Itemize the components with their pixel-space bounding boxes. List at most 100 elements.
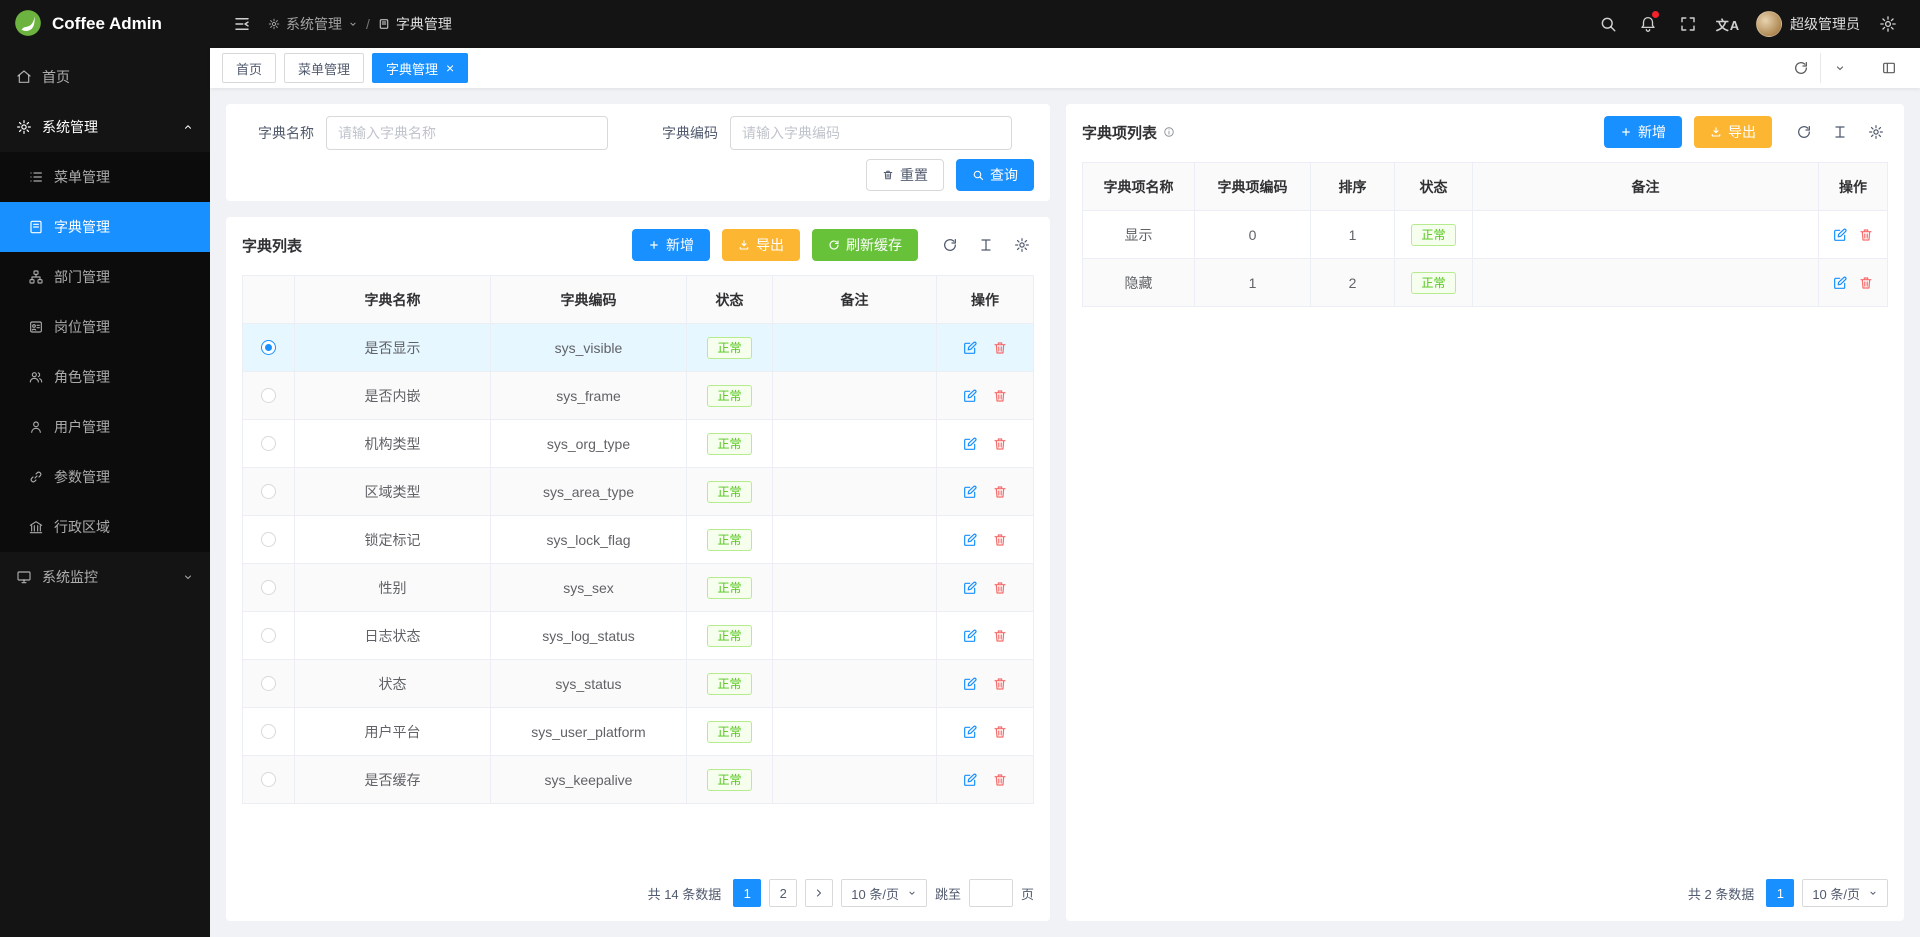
dict-code-input[interactable] [730,116,1012,150]
add-item-button[interactable]: 新增 [1604,116,1682,148]
query-button[interactable]: 查询 [956,159,1034,191]
sidebar-toggle-icon[interactable] [226,8,258,40]
dict-table-row[interactable]: 性别 sys_sex 正常 [243,564,1033,612]
settings-gear-icon[interactable] [1872,8,1904,40]
export-items-button[interactable]: 导出 [1694,116,1772,148]
edit-icon[interactable] [962,484,978,500]
edit-icon[interactable] [962,532,978,548]
density-icon[interactable] [1828,120,1852,144]
info-icon[interactable] [1163,126,1175,138]
edit-icon[interactable] [962,580,978,596]
app-logo-area[interactable]: Coffee Admin [0,0,210,48]
delete-icon[interactable] [992,676,1008,692]
search-panel: 字典名称 字典编码 重置 [226,104,1050,201]
sidebar-item-post-mgmt[interactable]: 岗位管理 [0,302,210,352]
tab-menu-mgmt[interactable]: 菜单管理 [284,53,364,83]
page-button-2[interactable]: 2 [769,879,797,907]
delete-icon[interactable] [992,580,1008,596]
delete-icon[interactable] [1858,227,1874,243]
delete-icon[interactable] [992,532,1008,548]
edit-icon[interactable] [962,388,978,404]
delete-icon[interactable] [992,436,1008,452]
dict-name-input[interactable] [326,116,608,150]
dict-table-row[interactable]: 是否缓存 sys_keepalive 正常 [243,756,1033,804]
dict-table-row[interactable]: 是否显示 sys_visible 正常 [243,324,1033,372]
page-button-1[interactable]: 1 [733,879,761,907]
delete-icon[interactable] [992,484,1008,500]
reset-button[interactable]: 重置 [866,159,944,191]
bell-icon[interactable] [1632,8,1664,40]
item-page-button-1[interactable]: 1 [1766,879,1794,907]
edit-icon[interactable] [1832,227,1848,243]
translate-icon[interactable]: 文A [1712,8,1744,40]
delete-icon[interactable] [992,340,1008,356]
sidebar-item-dict-mgmt[interactable]: 字典管理 [0,202,210,252]
refresh-icon[interactable] [938,233,962,257]
refresh-cache-button[interactable]: 刷新缓存 [812,229,918,261]
row-radio[interactable] [261,628,276,643]
status-badge: 正常 [707,769,751,791]
delete-icon[interactable] [992,628,1008,644]
density-icon[interactable] [974,233,998,257]
dict-action-cell [937,564,1033,612]
dict-table-row[interactable]: 日志状态 sys_log_status 正常 [243,612,1033,660]
dict-table-row[interactable]: 状态 sys_status 正常 [243,660,1033,708]
sidebar-item-role-mgmt[interactable]: 角色管理 [0,352,210,402]
edit-icon[interactable] [962,772,978,788]
sidebar-item-param-mgmt[interactable]: 参数管理 [0,452,210,502]
export-button[interactable]: 导出 [722,229,800,261]
tab-home[interactable]: 首页 [222,53,276,83]
sidebar-item-label: 字典管理 [54,217,194,237]
sidebar-item-home[interactable]: 首页 [0,52,210,102]
row-radio[interactable] [261,340,276,355]
edit-icon[interactable] [962,340,978,356]
edit-icon[interactable] [962,628,978,644]
edit-icon[interactable] [1832,275,1848,291]
refresh-icon[interactable] [1782,53,1820,83]
chevron-down-icon[interactable] [1820,53,1858,83]
row-radio[interactable] [261,772,276,787]
refresh-icon[interactable] [1792,120,1816,144]
sidebar-item-region[interactable]: 行政区域 [0,502,210,552]
next-page-button[interactable] [805,879,833,907]
edit-icon[interactable] [962,436,978,452]
tab-dict-mgmt[interactable]: 字典管理 × [372,53,468,83]
column-settings-gear-icon[interactable] [1864,120,1888,144]
fullscreen-icon[interactable] [1672,8,1704,40]
sidebar-item-menu-mgmt[interactable]: 菜单管理 [0,152,210,202]
edit-icon[interactable] [962,724,978,740]
delete-icon[interactable] [992,772,1008,788]
sidebar-item-dept-mgmt[interactable]: 部门管理 [0,252,210,302]
layout-panel-icon[interactable] [1870,53,1908,83]
edit-icon[interactable] [962,676,978,692]
dict-table-row[interactable]: 区域类型 sys_area_type 正常 [243,468,1033,516]
row-radio[interactable] [261,724,276,739]
row-radio[interactable] [261,484,276,499]
add-button[interactable]: 新增 [632,229,710,261]
column-settings-gear-icon[interactable] [1010,233,1034,257]
user-menu-trigger[interactable]: 超级管理员 [1752,11,1864,37]
delete-icon[interactable] [1858,275,1874,291]
search-icon[interactable] [1592,8,1624,40]
delete-icon[interactable] [992,388,1008,404]
sidebar-item-user-mgmt[interactable]: 用户管理 [0,402,210,452]
sidebar-group-monitor[interactable]: 系统监控 [0,552,210,602]
jump-page-input[interactable] [969,879,1013,907]
close-icon[interactable]: × [446,61,454,75]
page-size-select[interactable]: 10 条/页 [841,879,927,907]
delete-icon[interactable] [992,724,1008,740]
breadcrumb-parent[interactable]: 系统管理 [268,14,358,34]
sidebar-group-system[interactable]: 系统管理 [0,102,210,152]
dict-table-row[interactable]: 机构类型 sys_org_type 正常 [243,420,1033,468]
row-radio[interactable] [261,388,276,403]
row-radio[interactable] [261,532,276,547]
row-radio[interactable] [261,676,276,691]
dict-item-table-row[interactable]: 显示 0 1 正常 [1083,211,1887,259]
dict-table-row[interactable]: 锁定标记 sys_lock_flag 正常 [243,516,1033,564]
item-page-size-select[interactable]: 10 条/页 [1802,879,1888,907]
dict-table-row[interactable]: 用户平台 sys_user_platform 正常 [243,708,1033,756]
row-radio[interactable] [261,436,276,451]
dict-item-table-row[interactable]: 隐藏 1 2 正常 [1083,259,1887,307]
row-radio[interactable] [261,580,276,595]
dict-table-row[interactable]: 是否内嵌 sys_frame 正常 [243,372,1033,420]
